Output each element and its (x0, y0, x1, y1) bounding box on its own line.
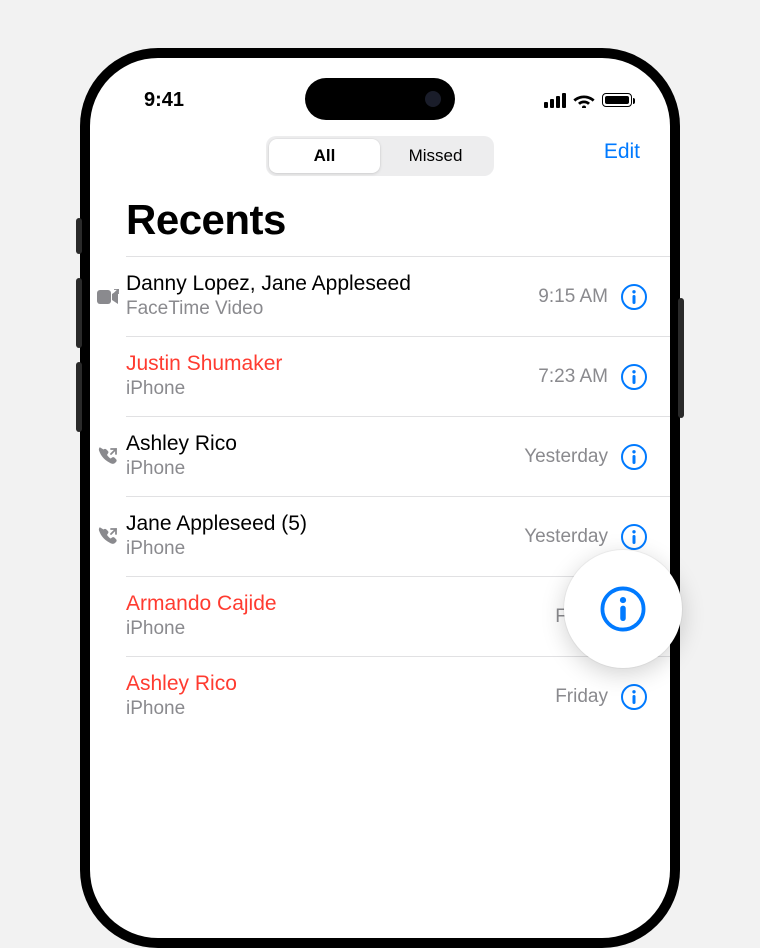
callout-info-button (564, 550, 682, 668)
call-name: Justin Shumaker (126, 351, 538, 377)
call-content: Armando CajideiPhone (126, 591, 555, 642)
status-time: 9:41 (144, 89, 184, 112)
call-time: 9:15 AM (538, 286, 608, 308)
call-subtitle: iPhone (126, 697, 555, 722)
call-subtitle: iPhone (126, 537, 524, 562)
screen: 9:41 All Missed Edit Recents Danny Lopez… (90, 58, 670, 938)
phone-frame: 9:41 All Missed Edit Recents Danny Lopez… (80, 48, 680, 948)
info-button[interactable] (620, 283, 648, 311)
side-button-volume-down (76, 362, 82, 432)
wifi-icon (573, 92, 595, 108)
call-type-icon (90, 447, 126, 467)
call-time: Friday (555, 686, 608, 708)
call-content: Ashley RicoiPhone (126, 671, 555, 722)
info-button[interactable] (620, 683, 648, 711)
call-time: 7:23 AM (538, 366, 608, 388)
info-button[interactable] (620, 363, 648, 391)
call-row[interactable]: Danny Lopez, Jane AppleseedFaceTime Vide… (126, 256, 670, 336)
dynamic-island (305, 78, 455, 120)
call-name: Jane Appleseed (5) (126, 511, 524, 537)
call-subtitle: iPhone (126, 457, 524, 482)
segment-all[interactable]: All (269, 139, 380, 173)
call-subtitle: FaceTime Video (126, 297, 538, 322)
info-button[interactable] (620, 523, 648, 551)
call-row[interactable]: Ashley RicoiPhoneFriday (126, 656, 670, 736)
nav-row: All Missed Edit (90, 128, 670, 188)
call-content: Ashley RicoiPhone (126, 431, 524, 482)
side-button-power (678, 298, 684, 418)
recents-list[interactable]: Danny Lopez, Jane AppleseedFaceTime Vide… (90, 256, 670, 736)
side-button-silent (76, 218, 82, 254)
call-name: Danny Lopez, Jane Appleseed (126, 271, 538, 297)
call-name: Ashley Rico (126, 671, 555, 697)
camera-icon (425, 91, 441, 107)
call-row[interactable]: Ashley RicoiPhoneYesterday (126, 416, 670, 496)
call-type-icon (90, 289, 126, 305)
segment-missed[interactable]: Missed (380, 139, 491, 173)
call-name: Armando Cajide (126, 591, 555, 617)
segmented-control[interactable]: All Missed (266, 136, 494, 176)
call-time: Yesterday (524, 526, 608, 548)
call-subtitle: iPhone (126, 377, 538, 402)
call-subtitle: iPhone (126, 617, 555, 642)
call-content: Justin ShumakeriPhone (126, 351, 538, 402)
side-button-volume-up (76, 278, 82, 348)
status-icons (544, 92, 632, 108)
page-title: Recents (90, 188, 670, 256)
call-time: Yesterday (524, 446, 608, 468)
info-button[interactable] (620, 443, 648, 471)
call-name: Ashley Rico (126, 431, 524, 457)
call-content: Jane Appleseed (5)iPhone (126, 511, 524, 562)
info-icon (599, 585, 647, 633)
call-content: Danny Lopez, Jane AppleseedFaceTime Vide… (126, 271, 538, 322)
call-type-icon (90, 527, 126, 547)
battery-icon (602, 93, 632, 107)
call-row[interactable]: Justin ShumakeriPhone7:23 AM (126, 336, 670, 416)
edit-button[interactable]: Edit (604, 140, 640, 164)
cellular-icon (544, 93, 566, 108)
